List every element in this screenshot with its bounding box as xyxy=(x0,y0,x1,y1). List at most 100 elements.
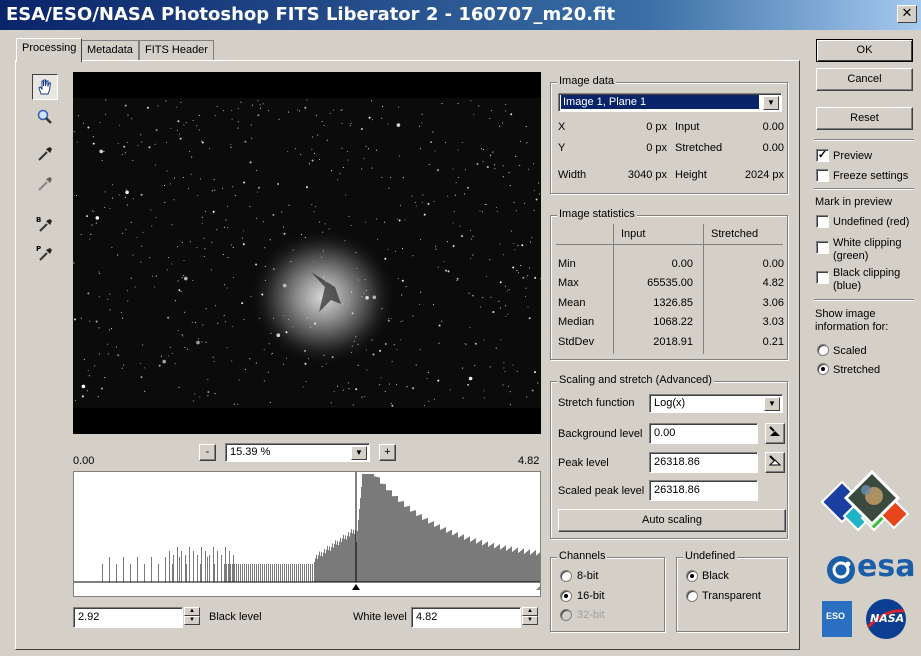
zoom-in-button[interactable]: + xyxy=(379,444,396,461)
hand-icon xyxy=(38,79,52,95)
cancel-button[interactable]: Cancel xyxy=(816,68,913,91)
stats-header-line xyxy=(556,244,783,245)
tab-fits-header[interactable]: FITS Header xyxy=(139,40,214,60)
y-label: Y xyxy=(558,142,566,154)
peak-picker-button[interactable] xyxy=(765,452,785,473)
stretched-value: 0.00 xyxy=(762,142,784,154)
eyedropper-b-icon: B xyxy=(36,216,52,232)
stats-row-input: 1068.22 xyxy=(653,316,693,328)
image-preview[interactable] xyxy=(73,72,542,434)
undefined-red-checkbox[interactable] xyxy=(816,215,829,228)
stats-row-label: Median xyxy=(558,316,595,328)
stats-row-label: Mean xyxy=(558,297,586,309)
histogram-max-label: 4.82 xyxy=(518,455,540,467)
eyedropper-icon xyxy=(38,177,52,191)
stretch-function-value: Log(x) xyxy=(654,397,686,409)
input-label: Input xyxy=(675,121,700,133)
white-level-stepper[interactable]: ▲ ▼ xyxy=(522,607,538,625)
height-value: 2024 px xyxy=(744,169,784,181)
zoom-value: 15.39 % xyxy=(230,446,271,458)
zoom-select[interactable]: 15.39 % ▼ xyxy=(225,443,370,462)
stretched-label: Stretched xyxy=(675,142,723,154)
magnifier-icon xyxy=(37,109,52,124)
white-clipping-sublabel: (green) xyxy=(833,250,869,262)
fits-liberator-window: ESA/ESO/NASA Photoshop FITS Liberator 2 … xyxy=(0,0,921,656)
stats-col-input: Input xyxy=(621,228,646,240)
white-clipping-checkbox[interactable] xyxy=(816,241,829,254)
nasa-logo: NASA xyxy=(866,599,906,639)
eyedropper-p-icon: P xyxy=(36,245,52,261)
show-scaled-label: Scaled xyxy=(833,345,867,357)
undefined-black-radio[interactable] xyxy=(686,570,698,582)
stats-row-label: StdDev xyxy=(558,336,595,348)
show-stretched-label: Stretched xyxy=(833,364,881,376)
preview-checkbox[interactable]: ✓ xyxy=(816,149,829,162)
peak-level-label: Peak level xyxy=(558,457,609,469)
x-label: X xyxy=(558,121,566,133)
white-level-label: White level xyxy=(353,611,407,623)
show-info-title: Show image xyxy=(815,308,876,320)
black-clipping-sublabel: (blue) xyxy=(833,280,862,292)
channel-16bit-radio[interactable] xyxy=(560,590,572,602)
black-level-input[interactable]: 2.92 xyxy=(73,607,183,628)
image-statistics-title: Image statistics xyxy=(557,208,637,220)
window-title: ESA/ESO/NASA Photoshop FITS Liberator 2 … xyxy=(6,4,616,25)
nebula-image xyxy=(73,72,542,434)
zoom-tool[interactable] xyxy=(32,104,58,130)
black-eyedropper-tool[interactable] xyxy=(32,141,58,167)
fits-liberator-logo xyxy=(820,469,910,532)
close-button[interactable]: ✕ xyxy=(897,5,917,23)
channel-32bit-label: 32-bit xyxy=(577,609,605,621)
ok-button[interactable]: OK xyxy=(816,39,913,62)
stats-row-input: 2018.91 xyxy=(653,336,693,348)
height-label: Height xyxy=(675,169,707,181)
freeze-settings-checkbox[interactable] xyxy=(816,169,829,182)
tab-processing[interactable]: Processing xyxy=(16,38,83,62)
title-bar: ESA/ESO/NASA Photoshop FITS Liberator 2 … xyxy=(0,0,921,30)
show-scaled-radio[interactable] xyxy=(817,344,829,356)
peak-eyedropper-tool[interactable]: P xyxy=(32,240,58,266)
black-level-stepper[interactable]: ▲ ▼ xyxy=(184,607,200,625)
esa-wordmark: esa xyxy=(857,549,916,584)
black-clipping-label: Black clipping xyxy=(833,267,901,279)
white-eyedropper-tool[interactable] xyxy=(32,171,58,197)
stretch-function-label: Stretch function xyxy=(558,397,635,409)
channels-title: Channels xyxy=(557,550,608,562)
background-eyedropper-tool[interactable]: B xyxy=(32,211,58,237)
black-level-label: Black level xyxy=(209,611,262,623)
zoom-out-button[interactable]: - xyxy=(199,444,216,461)
reset-button[interactable]: Reset xyxy=(816,107,913,130)
plane-select[interactable]: Image 1, Plane 1 ▼ xyxy=(558,93,782,112)
dropper-outline-icon xyxy=(768,455,782,466)
divider xyxy=(814,139,914,141)
black-clipping-checkbox[interactable] xyxy=(816,271,829,284)
chevron-down-icon: ▼ xyxy=(351,446,367,460)
peak-level-input[interactable]: 26318.86 xyxy=(649,452,758,473)
hand-tool[interactable] xyxy=(32,74,58,100)
background-picker-button[interactable] xyxy=(765,423,785,444)
tab-metadata[interactable]: Metadata xyxy=(81,40,139,60)
chevron-down-icon: ▼ xyxy=(763,96,779,110)
stats-row-label: Min xyxy=(558,258,576,270)
stretch-function-select[interactable]: Log(x) ▼ xyxy=(649,394,783,413)
background-level-input[interactable]: 0.00 xyxy=(649,423,758,444)
scaled-peak-input[interactable]: 26318.86 xyxy=(649,480,758,501)
show-stretched-radio[interactable] xyxy=(817,363,829,375)
stats-row-stretched: 3.06 xyxy=(762,297,784,309)
undefined-transparent-radio[interactable] xyxy=(686,590,698,602)
histogram[interactable] xyxy=(73,471,541,597)
stats-col-stretched: Stretched xyxy=(711,228,759,240)
stats-row-stretched: 0.21 xyxy=(762,336,784,348)
chevron-down-icon: ▼ xyxy=(764,397,780,411)
white-level-input[interactable]: 4.82 xyxy=(411,607,521,628)
undefined-red-label: Undefined (red) xyxy=(833,216,910,228)
eso-wordmark: ESO xyxy=(826,611,846,621)
channel-32bit-radio xyxy=(560,609,572,621)
stats-row-input: 65535.00 xyxy=(647,277,693,289)
channel-8bit-radio[interactable] xyxy=(560,570,572,582)
stats-row-stretched: 4.82 xyxy=(762,277,784,289)
scaled-peak-label: Scaled peak level xyxy=(558,485,645,497)
svg-text:P: P xyxy=(36,245,41,253)
histogram-min-label: 0.00 xyxy=(73,455,95,467)
auto-scaling-button[interactable]: Auto scaling xyxy=(558,509,786,532)
